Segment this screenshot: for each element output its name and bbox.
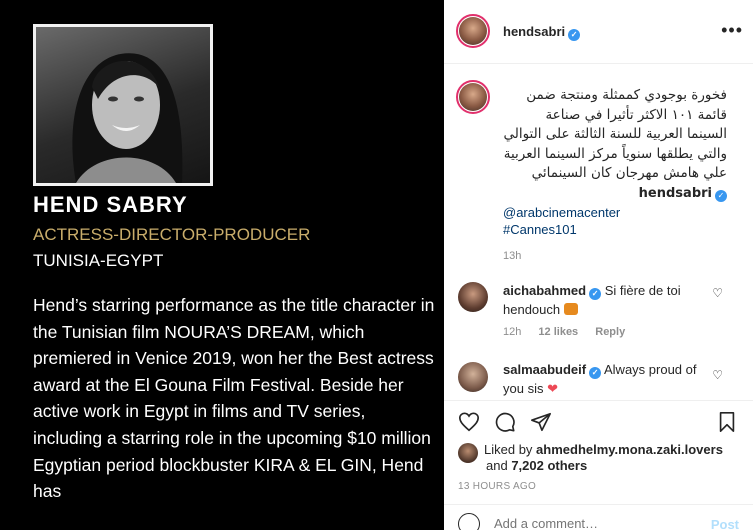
- post-image[interactable]: HEND SABRY ACTRESS-DIRECTOR-PRODUCER TUN…: [0, 0, 444, 530]
- caption-mention-link[interactable]: @arabcinemacenter: [503, 205, 620, 220]
- comment-meta: 12h 12 likes Reply: [503, 326, 625, 338]
- portrait-illustration: [72, 53, 183, 183]
- caption-hashtag-link[interactable]: #Cannes101: [503, 222, 577, 237]
- heart-icon[interactable]: [458, 411, 480, 433]
- caption-arabic-text: فخورة بوجودي كممثلة ومنتجة ضمن قائمة ١٠١…: [503, 87, 727, 181]
- person-name: HEND SABRY: [33, 192, 188, 217]
- author-username[interactable]: hendsabri ✓: [503, 24, 581, 41]
- liked-by-username[interactable]: ahmedhelmy.mona.zaki.lovers: [536, 442, 723, 457]
- share-icon[interactable]: [530, 411, 552, 433]
- caption-timestamp[interactable]: 13h: [503, 250, 521, 262]
- commenter-avatar[interactable]: [458, 282, 488, 312]
- comment-body: aichabahmed ✓ Si fière de toi hendouch: [503, 281, 713, 319]
- emoji-picker-icon[interactable]: [458, 513, 480, 530]
- add-comment-bar: Post: [444, 504, 753, 530]
- caption-username[interactable]: hendsabri ✓: [639, 186, 727, 202]
- commenter-username[interactable]: aichabahmed: [503, 283, 586, 298]
- caption-text: فخورة بوجودي كممثلة ومنتجة ضمن قائمة ١٠١…: [503, 86, 727, 203]
- person-bio: Hend’s starring performance as the title…: [33, 295, 435, 502]
- person-country: TUNISIA-EGYPT: [33, 251, 164, 270]
- liked-by-others-count[interactable]: 7,202 others: [511, 458, 587, 473]
- post-comment-button[interactable]: Post: [711, 517, 739, 530]
- author-avatar-image: [459, 17, 487, 45]
- comment-likes-count[interactable]: 12 likes: [538, 326, 578, 338]
- commenter-avatar[interactable]: [458, 362, 488, 392]
- person-role: ACTRESS-DIRECTOR-PRODUCER: [33, 225, 311, 244]
- commenter-username[interactable]: salmaabudeif: [503, 362, 586, 377]
- liked-by-prefix: Liked by: [484, 442, 533, 457]
- emoji-icon: [563, 303, 578, 315]
- comment-reply-button[interactable]: Reply: [595, 326, 625, 338]
- verified-icon: ✓: [568, 29, 581, 41]
- liked-by-others-line: and 7,202 others: [486, 458, 587, 473]
- likes-summary: Liked by ahmedhelmy.mona.zaki.lovers and…: [444, 440, 753, 476]
- caption-author-avatar[interactable]: [456, 80, 490, 114]
- comment-input[interactable]: [494, 516, 694, 530]
- red-heart-emoji-icon: ❤: [547, 381, 558, 396]
- portrait-photo-frame: [33, 24, 213, 186]
- post-actions-bar: [444, 400, 753, 438]
- liked-by-line: Liked by ahmedhelmy.mona.zaki.lovers: [484, 442, 723, 457]
- comment-like-heart-icon[interactable]: ♡: [712, 286, 723, 300]
- comment-like-heart-icon[interactable]: ♡: [712, 368, 723, 382]
- liked-by-and: and: [486, 458, 508, 473]
- liker-avatar[interactable]: [458, 443, 478, 463]
- post-side-panel: hendsabri ✓ ••• فخورة بوجودي كممثلة ومنتج…: [444, 0, 753, 530]
- post-timestamp[interactable]: 13 HOURS AGO: [458, 481, 536, 492]
- portrait-photo: [36, 27, 210, 183]
- author-avatar[interactable]: [456, 14, 490, 48]
- comment-timestamp[interactable]: 12h: [503, 326, 521, 338]
- verified-icon: ✓: [589, 288, 602, 300]
- post-header: hendsabri ✓ •••: [444, 0, 753, 64]
- verified-icon: ✓: [589, 367, 602, 379]
- ellipsis-icon[interactable]: •••: [721, 20, 743, 41]
- author-username-text[interactable]: hendsabri: [503, 24, 565, 39]
- caption-username-text[interactable]: hendsabri: [639, 186, 712, 201]
- caption-author-avatar-image: [459, 83, 487, 111]
- comment-body: salmaabudeif ✓ Always proud of you sis ❤: [503, 360, 713, 398]
- comment-icon[interactable]: [494, 411, 516, 433]
- verified-icon: ✓: [715, 189, 727, 202]
- bookmark-icon[interactable]: [716, 411, 738, 433]
